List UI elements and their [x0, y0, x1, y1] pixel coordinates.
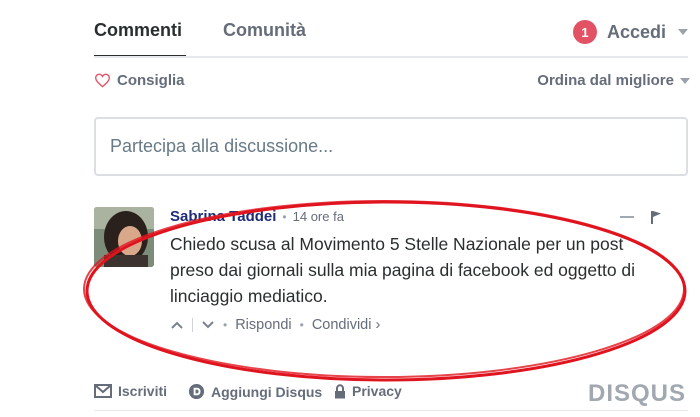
comment-author[interactable]: Sabrina Taddei: [170, 208, 276, 225]
recommend-label: Consiglia: [117, 72, 185, 89]
comment-text: Chiedo scusa al Movimento 5 Stelle Nazio…: [170, 234, 636, 306]
upvote-icon[interactable]: [170, 320, 184, 330]
privacy-label: Privacy: [352, 383, 402, 399]
comment-actions: • Rispondi • Condividi ›: [170, 317, 690, 333]
comment-composer[interactable]: [94, 117, 688, 176]
action-separator: •: [223, 318, 228, 332]
flag-icon[interactable]: [650, 210, 662, 224]
add-disqus-link[interactable]: Aggiungi Disqus: [188, 383, 322, 400]
comment-controls: [620, 210, 662, 224]
disqus-logo-icon: [188, 383, 205, 400]
login-label: Accedi: [606, 21, 666, 42]
discussion-toolbar: Consiglia Ordina dal migliore: [94, 72, 690, 94]
add-disqus-label: Aggiungi Disqus: [211, 383, 323, 400]
chevron-down-icon: [680, 77, 690, 84]
comment: Sabrina Taddei • 14 ore fa Chiedo scusa …: [170, 208, 690, 333]
disqus-brand-logo[interactable]: DISQUS: [588, 380, 686, 408]
tab-comments[interactable]: Commenti: [94, 20, 182, 41]
downvote-icon[interactable]: [201, 320, 215, 330]
tabs-divider: [94, 56, 688, 58]
meta-separator: •: [282, 210, 287, 224]
comment-input[interactable]: [110, 136, 672, 157]
recommend-button[interactable]: Consiglia: [94, 72, 185, 89]
share-link[interactable]: Condividi ›: [312, 317, 381, 333]
vote-divider: [192, 318, 193, 332]
tab-bar: Commenti Comunità 1 Accedi: [94, 0, 694, 58]
lock-icon: [335, 383, 345, 398]
privacy-link[interactable]: Privacy: [334, 383, 402, 399]
login-menu[interactable]: 1 Accedi: [572, 20, 688, 44]
reply-link[interactable]: Rispondi: [235, 317, 291, 333]
sort-label: Ordina dal migliore: [537, 72, 674, 89]
heart-icon: [94, 73, 111, 88]
avatar-photo: [94, 207, 154, 267]
footer-divider: [94, 410, 688, 411]
collapse-icon[interactable]: [620, 215, 634, 219]
tab-community[interactable]: Comunità: [223, 20, 306, 41]
notification-badge[interactable]: 1: [572, 20, 597, 44]
avatar[interactable]: [94, 207, 154, 267]
chevron-down-icon: [678, 29, 688, 35]
subscribe-label: Iscriviti: [118, 383, 168, 399]
footer: Iscriviti Aggiungi Disqus Privacy DISQUS: [94, 380, 690, 407]
comment-timestamp[interactable]: 14 ore fa: [293, 209, 344, 224]
comment-meta: Sabrina Taddei • 14 ore fa: [170, 208, 690, 225]
action-separator: •: [299, 318, 304, 332]
sort-dropdown[interactable]: Ordina dal migliore: [537, 72, 690, 89]
mail-icon: [94, 384, 112, 398]
subscribe-link[interactable]: Iscriviti: [94, 383, 167, 399]
